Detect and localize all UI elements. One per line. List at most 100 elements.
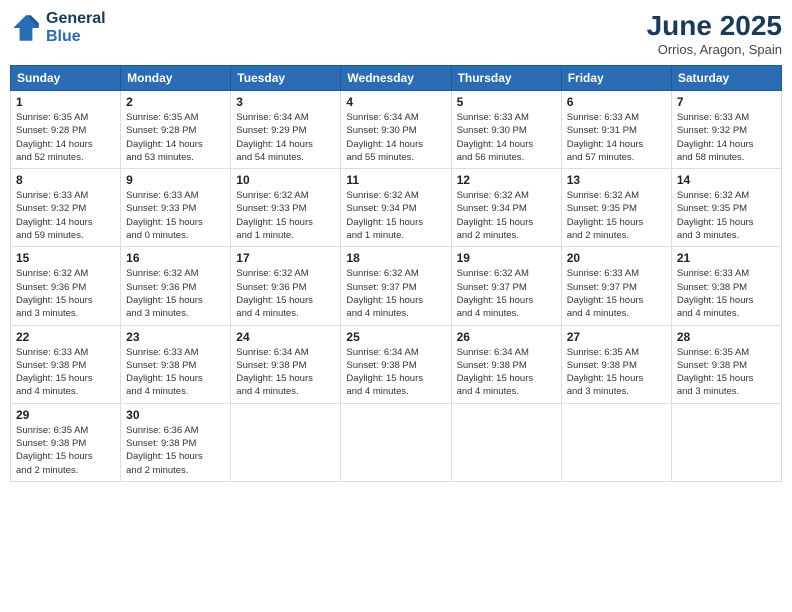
day-number: 23 — [126, 330, 225, 344]
day-info: Sunrise: 6:34 AMSunset: 9:38 PMDaylight:… — [346, 346, 445, 399]
calendar-cell: 7 Sunrise: 6:33 AMSunset: 9:32 PMDaylight… — [671, 91, 781, 169]
day-info: Sunrise: 6:33 AMSunset: 9:38 PMDaylight:… — [677, 267, 776, 320]
logo-text: General Blue — [46, 10, 106, 45]
day-number: 12 — [457, 173, 556, 187]
calendar-cell: 24 Sunrise: 6:34 AMSunset: 9:38 PMDayligh… — [231, 325, 341, 403]
day-number: 9 — [126, 173, 225, 187]
day-info: Sunrise: 6:33 AMSunset: 9:32 PMDaylight:… — [677, 111, 776, 164]
calendar-week-row: 29Sunrise: 6:35 AMSunset: 9:38 PMDayligh… — [11, 403, 782, 481]
calendar-week-row: 15Sunrise: 6:32 AMSunset: 9:36 PMDayligh… — [11, 247, 782, 325]
calendar-cell: 10 Sunrise: 6:32 AMSunset: 9:33 PMDayligh… — [231, 169, 341, 247]
calendar-cell: 23 Sunrise: 6:33 AMSunset: 9:38 PMDayligh… — [121, 325, 231, 403]
main-title: June 2025 — [647, 10, 782, 42]
weekday-header-monday: Monday — [121, 66, 231, 91]
day-number: 19 — [457, 251, 556, 265]
day-info: Sunrise: 6:35 AMSunset: 9:38 PMDaylight:… — [677, 346, 776, 399]
day-number: 24 — [236, 330, 335, 344]
calendar-body: 1 Sunrise: 6:35 AMSunset: 9:28 PMDaylight… — [11, 91, 782, 482]
day-info: Sunrise: 6:34 AMSunset: 9:38 PMDaylight:… — [457, 346, 556, 399]
calendar-cell: 12 Sunrise: 6:32 AMSunset: 9:34 PMDayligh… — [451, 169, 561, 247]
page: General Blue June 2025 Orrios, Aragon, S… — [0, 0, 792, 612]
weekday-header-thursday: Thursday — [451, 66, 561, 91]
calendar-cell: 27 Sunrise: 6:35 AMSunset: 9:38 PMDayligh… — [561, 325, 671, 403]
calendar-cell: 9Sunrise: 6:33 AMSunset: 9:33 PMDaylight… — [121, 169, 231, 247]
day-info: Sunrise: 6:34 AMSunset: 9:29 PMDaylight:… — [236, 111, 335, 164]
day-number: 6 — [567, 95, 666, 109]
day-info: Sunrise: 6:32 AMSunset: 9:36 PMDaylight:… — [236, 267, 335, 320]
day-number: 14 — [677, 173, 776, 187]
day-info: Sunrise: 6:35 AMSunset: 9:28 PMDaylight:… — [126, 111, 225, 164]
calendar-cell: 25 Sunrise: 6:34 AMSunset: 9:38 PMDayligh… — [341, 325, 451, 403]
calendar-cell: 6 Sunrise: 6:33 AMSunset: 9:31 PMDaylight… — [561, 91, 671, 169]
day-info: Sunrise: 6:35 AMSunset: 9:38 PMDaylight:… — [567, 346, 666, 399]
day-number: 25 — [346, 330, 445, 344]
weekday-header-tuesday: Tuesday — [231, 66, 341, 91]
weekday-header-wednesday: Wednesday — [341, 66, 451, 91]
day-info: Sunrise: 6:33 AMSunset: 9:38 PMDaylight:… — [126, 346, 225, 399]
day-info: Sunrise: 6:33 AMSunset: 9:32 PMDaylight:… — [16, 189, 115, 242]
calendar-cell — [231, 403, 341, 481]
day-number: 1 — [16, 95, 115, 109]
day-number: 28 — [677, 330, 776, 344]
calendar-cell: 16Sunrise: 6:32 AMSunset: 9:36 PMDayligh… — [121, 247, 231, 325]
day-info: Sunrise: 6:32 AMSunset: 9:36 PMDaylight:… — [126, 267, 225, 320]
day-info: Sunrise: 6:34 AMSunset: 9:38 PMDaylight:… — [236, 346, 335, 399]
calendar-cell: 21 Sunrise: 6:33 AMSunset: 9:38 PMDayligh… — [671, 247, 781, 325]
subtitle: Orrios, Aragon, Spain — [647, 42, 782, 57]
day-number: 13 — [567, 173, 666, 187]
day-number: 7 — [677, 95, 776, 109]
calendar-cell: 1 Sunrise: 6:35 AMSunset: 9:28 PMDaylight… — [11, 91, 121, 169]
day-number: 20 — [567, 251, 666, 265]
calendar-cell: 8 Sunrise: 6:33 AMSunset: 9:32 PMDaylight… — [11, 169, 121, 247]
calendar-cell: 13 Sunrise: 6:32 AMSunset: 9:35 PMDayligh… — [561, 169, 671, 247]
day-info: Sunrise: 6:32 AMSunset: 9:35 PMDaylight:… — [567, 189, 666, 242]
calendar-cell: 19 Sunrise: 6:32 AMSunset: 9:37 PMDayligh… — [451, 247, 561, 325]
day-info: Sunrise: 6:32 AMSunset: 9:37 PMDaylight:… — [457, 267, 556, 320]
day-info: Sunrise: 6:34 AMSunset: 9:30 PMDaylight:… — [346, 111, 445, 164]
day-info: Sunrise: 6:32 AMSunset: 9:34 PMDaylight:… — [457, 189, 556, 242]
day-info: Sunrise: 6:33 AMSunset: 9:31 PMDaylight:… — [567, 111, 666, 164]
day-info: Sunrise: 6:32 AMSunset: 9:34 PMDaylight:… — [346, 189, 445, 242]
day-number: 10 — [236, 173, 335, 187]
calendar-cell: 18Sunrise: 6:32 AMSunset: 9:37 PMDayligh… — [341, 247, 451, 325]
day-number: 11 — [346, 173, 445, 187]
calendar-cell: 29Sunrise: 6:35 AMSunset: 9:38 PMDayligh… — [11, 403, 121, 481]
calendar-cell: 26 Sunrise: 6:34 AMSunset: 9:38 PMDayligh… — [451, 325, 561, 403]
calendar-cell — [451, 403, 561, 481]
calendar-cell: 22 Sunrise: 6:33 AMSunset: 9:38 PMDayligh… — [11, 325, 121, 403]
calendar-cell: 4 Sunrise: 6:34 AMSunset: 9:30 PMDaylight… — [341, 91, 451, 169]
logo: General Blue — [10, 10, 106, 45]
day-number: 30 — [126, 408, 225, 422]
day-number: 26 — [457, 330, 556, 344]
day-number: 21 — [677, 251, 776, 265]
calendar-table: SundayMondayTuesdayWednesdayThursdayFrid… — [10, 65, 782, 482]
calendar-cell: 11 Sunrise: 6:32 AMSunset: 9:34 PMDayligh… — [341, 169, 451, 247]
day-number: 18 — [346, 251, 445, 265]
day-number: 8 — [16, 173, 115, 187]
day-info: Sunrise: 6:33 AMSunset: 9:38 PMDaylight:… — [16, 346, 115, 399]
day-info: Sunrise: 6:35 AMSunset: 9:28 PMDaylight:… — [16, 111, 115, 164]
weekday-header-friday: Friday — [561, 66, 671, 91]
calendar-cell: 5Sunrise: 6:33 AMSunset: 9:30 PMDaylight… — [451, 91, 561, 169]
day-number: 17 — [236, 251, 335, 265]
calendar-week-row: 8 Sunrise: 6:33 AMSunset: 9:32 PMDaylight… — [11, 169, 782, 247]
day-info: Sunrise: 6:36 AMSunset: 9:38 PMDaylight:… — [126, 424, 225, 477]
calendar-cell: 17 Sunrise: 6:32 AMSunset: 9:36 PMDayligh… — [231, 247, 341, 325]
calendar-week-row: 22 Sunrise: 6:33 AMSunset: 9:38 PMDayligh… — [11, 325, 782, 403]
calendar-cell: 2Sunrise: 6:35 AMSunset: 9:28 PMDaylight… — [121, 91, 231, 169]
weekday-header-sunday: Sunday — [11, 66, 121, 91]
title-block: June 2025 Orrios, Aragon, Spain — [647, 10, 782, 57]
calendar-week-row: 1 Sunrise: 6:35 AMSunset: 9:28 PMDaylight… — [11, 91, 782, 169]
day-info: Sunrise: 6:32 AMSunset: 9:36 PMDaylight:… — [16, 267, 115, 320]
day-number: 27 — [567, 330, 666, 344]
day-info: Sunrise: 6:33 AMSunset: 9:30 PMDaylight:… — [457, 111, 556, 164]
calendar-cell: 3Sunrise: 6:34 AMSunset: 9:29 PMDaylight… — [231, 91, 341, 169]
day-info: Sunrise: 6:32 AMSunset: 9:33 PMDaylight:… — [236, 189, 335, 242]
calendar-cell — [561, 403, 671, 481]
day-number: 4 — [346, 95, 445, 109]
calendar-header-row: SundayMondayTuesdayWednesdayThursdayFrid… — [11, 66, 782, 91]
day-number: 22 — [16, 330, 115, 344]
day-info: Sunrise: 6:35 AMSunset: 9:38 PMDaylight:… — [16, 424, 115, 477]
day-info: Sunrise: 6:32 AMSunset: 9:35 PMDaylight:… — [677, 189, 776, 242]
calendar-cell: 14 Sunrise: 6:32 AMSunset: 9:35 PMDayligh… — [671, 169, 781, 247]
